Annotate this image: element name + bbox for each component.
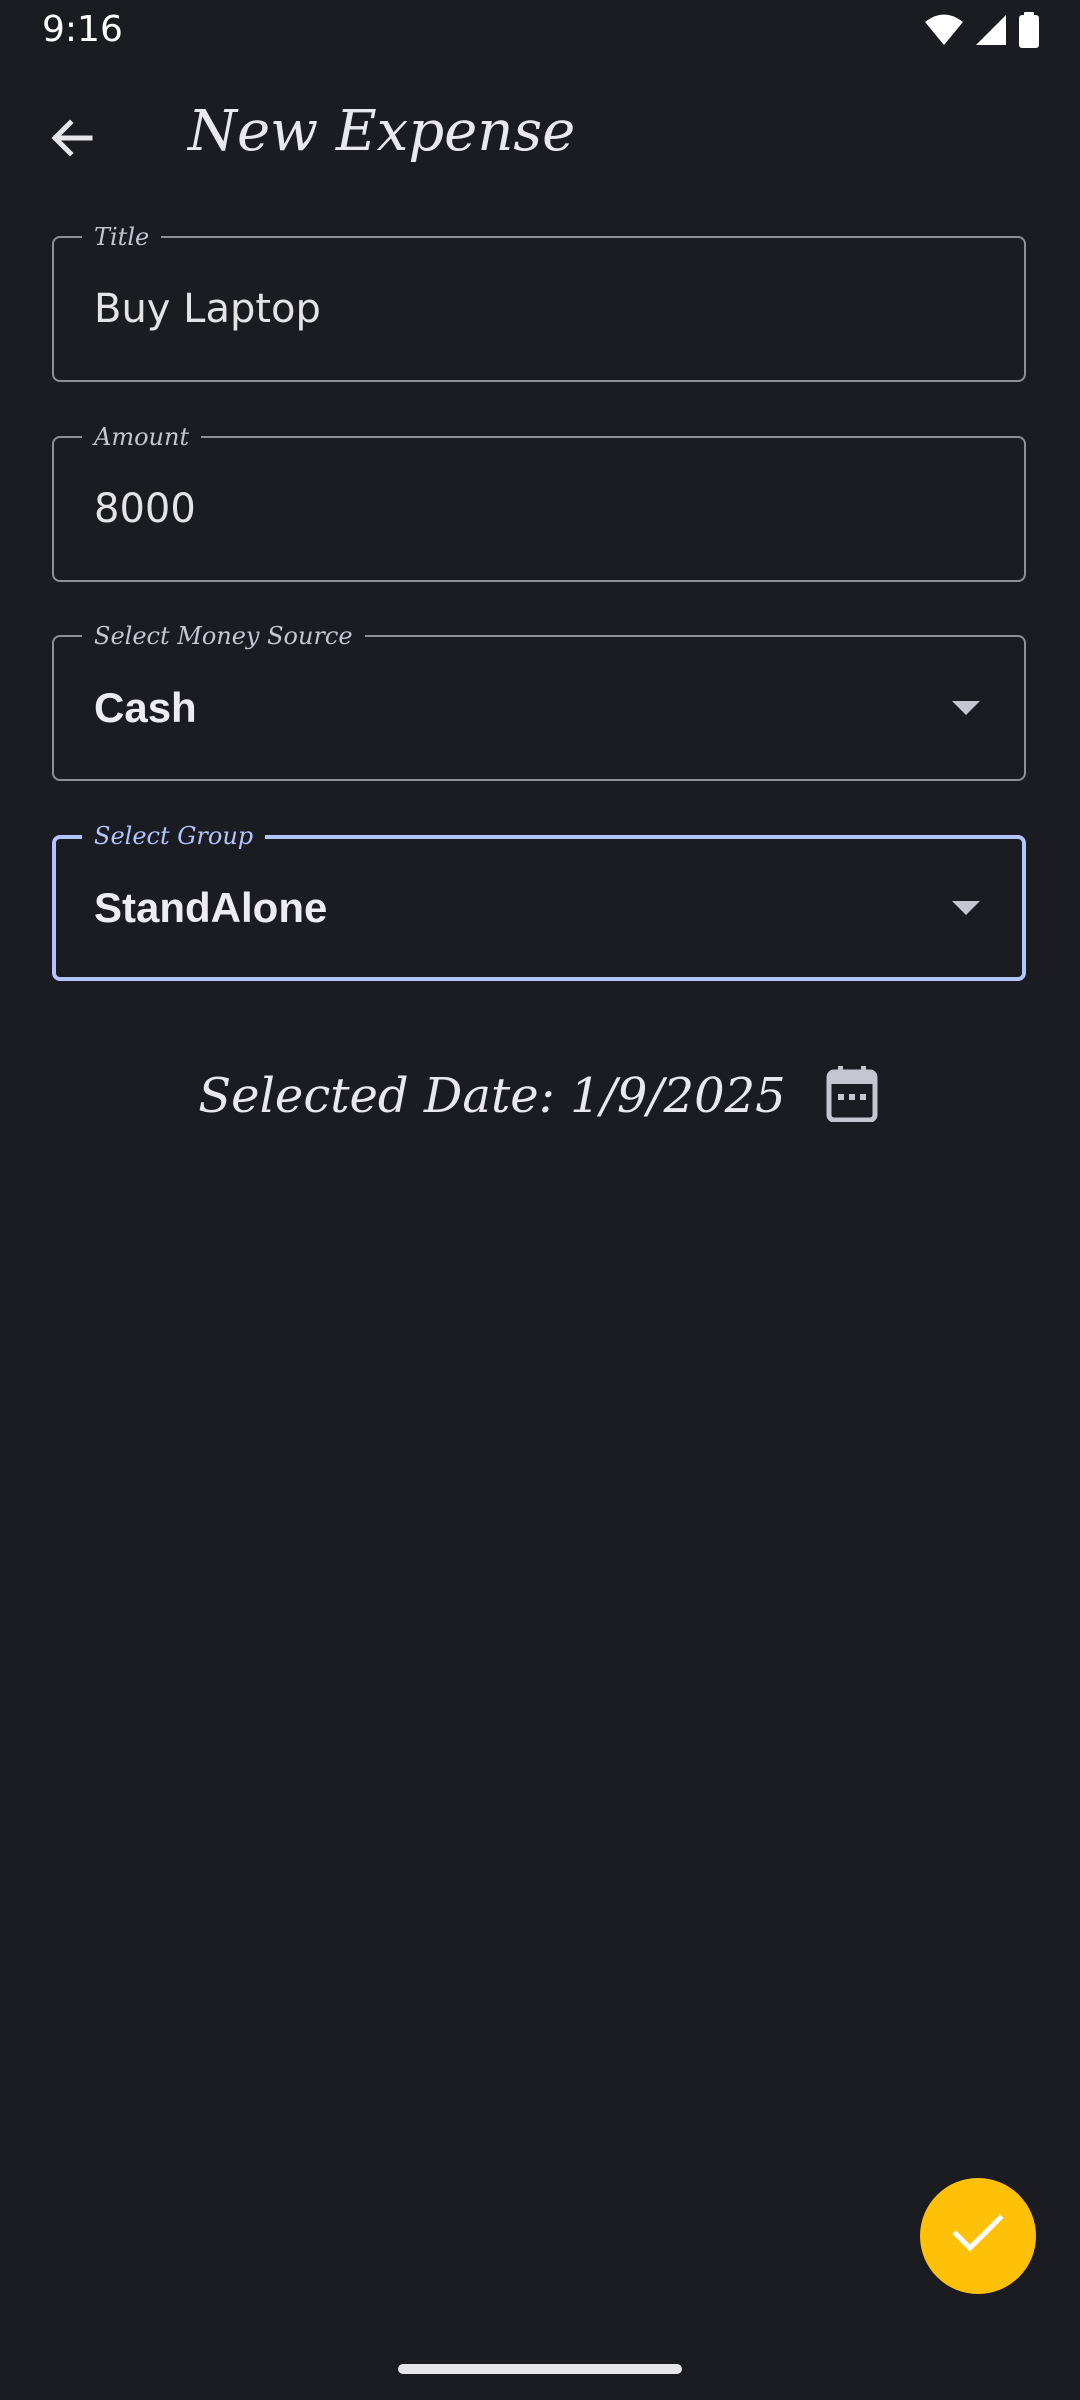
save-expense-button[interactable] [920,2178,1036,2294]
date-row: Selected Date: 1/9/2025 [0,1058,1080,1134]
dropdown-arrow-icon[interactable] [952,637,980,779]
back-button[interactable] [30,98,114,182]
group-value[interactable]: StandAlone [94,839,327,977]
gesture-navigation-bar[interactable] [398,2364,682,2374]
selected-date-text: Selected Date: 1/9/2025 [198,1068,786,1124]
battery-icon [1018,12,1040,48]
calendar-button[interactable] [822,1066,882,1126]
title-field-value[interactable]: Buy Laptop [94,238,321,380]
dropdown-arrow-icon[interactable] [952,839,980,977]
calendar-icon [826,1066,878,1126]
new-expense-screen: 9:16 New Expense Title Buy Laptop Amount… [0,0,1080,2400]
amount-field-value[interactable]: 8000 [94,438,196,580]
money-source-value[interactable]: Cash [94,637,197,779]
page-title: New Expense [188,99,576,164]
amount-field[interactable]: Amount 8000 [52,423,1026,582]
check-icon [952,2214,1004,2258]
status-icons [924,12,1040,48]
wifi-icon [924,13,964,47]
money-source-dropdown[interactable]: Select Money Source Cash [52,622,1026,781]
group-dropdown[interactable]: Select Group StandAlone [52,822,1026,981]
title-field[interactable]: Title Buy Laptop [52,223,1026,382]
status-time: 9:16 [42,9,123,50]
cellular-signal-icon [974,13,1008,47]
arrow-back-icon [48,114,96,166]
